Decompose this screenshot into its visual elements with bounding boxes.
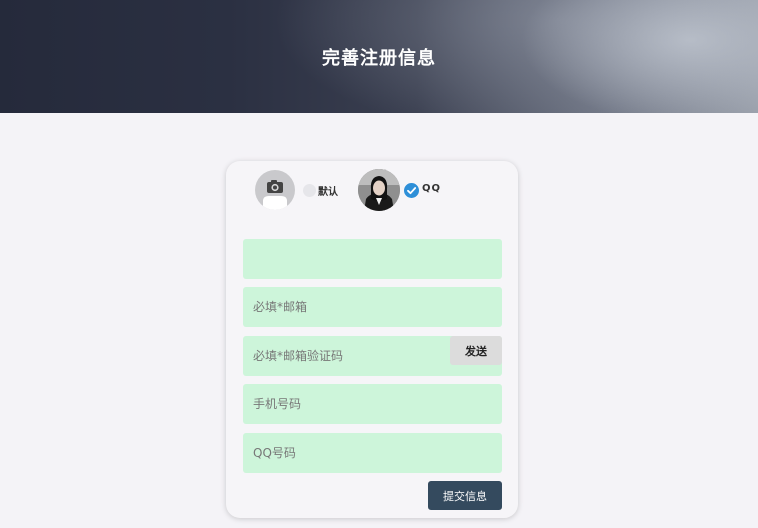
avatar-selector: 默认 QQ [226, 161, 518, 221]
default-avatar[interactable] [255, 170, 295, 210]
qq-label: QQ [422, 183, 442, 194]
default-label: 默认 [318, 187, 338, 198]
phone-input[interactable] [243, 384, 502, 424]
blank-input[interactable] [243, 239, 502, 279]
qq-avatar[interactable] [358, 169, 400, 211]
radio-qq-selected[interactable] [404, 183, 419, 198]
check-icon [407, 187, 417, 195]
submit-button[interactable]: 提交信息 [428, 481, 502, 510]
email-input[interactable] [243, 287, 502, 327]
registration-card: 默认 QQ 发送 提交信息 [226, 161, 518, 518]
page-title: 完善注册信息 [322, 48, 436, 69]
page-header: 完善注册信息 [0, 0, 758, 113]
camera-icon [263, 180, 287, 210]
send-code-button[interactable]: 发送 [450, 336, 502, 365]
qq-avatar-photo [358, 169, 400, 211]
radio-default[interactable] [303, 184, 316, 197]
qq-number-input[interactable] [243, 433, 502, 473]
